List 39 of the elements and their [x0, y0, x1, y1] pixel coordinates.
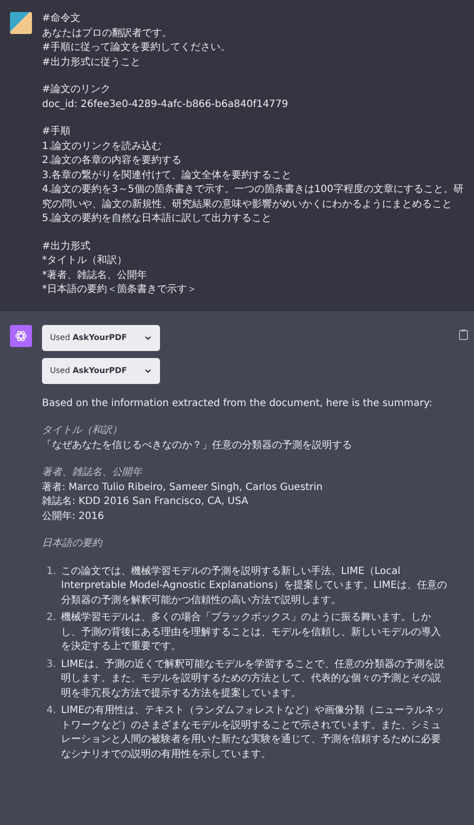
list-item-text: 機械学習モデルは、多くの場合「ブラックボックス」のように振る舞います。しかし、予測の背後にある理由を理解することは、モデルを信頼し、新しいモデルの導入を決定する上で重要です。 — [61, 611, 442, 654]
assistant-avatar — [10, 324, 32, 346]
section-heading: タイトル（和訳） — [42, 424, 123, 438]
message-text: #命令文 — [42, 12, 82, 26]
section-heading: 著者、雑誌名、公開年 — [42, 466, 144, 480]
message-text: #論文のリンク — [42, 83, 112, 97]
section-heading: 日本語の要約 — [42, 537, 104, 551]
clipboard-icon[interactable] — [459, 328, 468, 340]
message-text: 雑誌名: KDD 2016 San Francisco, CA, USA — [42, 495, 250, 509]
message-text: #手順 — [42, 125, 72, 139]
chevron-down-icon — [144, 334, 152, 342]
list-item-text: LIMEの有用性は、テキスト（ランダムフォレストなど）や画像分類（ニューラルネットワークなど）のさまざまなモデルを説明することで示されています。また、シミュレーションと人間の被験者を用いた新たな実験を通じて、予測を信頼するために必要なシナリオでの説明の有用性を示しています。 — [61, 704, 446, 762]
message-text: 1.論文のリンクを読み込む — [42, 140, 163, 154]
message-text: *日本語の要約＜箇条書きで示す＞ — [42, 283, 198, 297]
message-text: doc_id: 26fee3e0-4289-4afc-b866-b6a840f14779 — [42, 98, 290, 112]
chevron-down-icon — [144, 366, 152, 374]
message-text: *タイトル（和訳） — [42, 254, 128, 268]
list-number: 3. — [45, 658, 56, 672]
list-number: 2. — [45, 611, 56, 625]
message-text: 3.各章の繋がりを関連付けて、論文全体を要約すること — [42, 168, 293, 182]
message-text: #手順に従って論文を要約してください。 — [42, 41, 232, 55]
list-number: 4. — [45, 704, 56, 718]
message-text: 「なぜあなたを信じるべきなのか？」任意の分類器の予測を説明する — [42, 438, 353, 452]
message-text: 著者: Marco Tulio Ribeiro, Sameer Singh, Carlos Guestrin — [42, 480, 324, 494]
message-text: 公開年: 2016 — [42, 510, 105, 524]
plugin-dropdown[interactable]: Used AskYourPDF — [42, 358, 160, 384]
list-item-text: この論文では、機械学習モデルの予測を説明する新しい手法、LIME（Local Interpretable Model-Agnostic Explanations）を提案しています。LIMEは、任意の分類器の予測を解釈可能かつ信頼性の高い方法で説明します。 — [61, 564, 448, 608]
user-avatar — [10, 12, 32, 34]
message-text: 2.論文の各章の内容を要約する — [42, 154, 183, 168]
list-item-text: LIMEは、予測の近くで解釈可能なモデルを学習することで、任意の分類器の予測を説明します。また、モデルを説明するための方法として、代表的な個々の予測とその説明を非冗長な方法で提示する方法を提案しています。 — [61, 658, 446, 700]
message-text: #出力形式 — [42, 240, 92, 254]
list-number: 1. — [45, 564, 56, 578]
plugin-dropdown[interactable]: Used AskYourPDF — [42, 324, 160, 350]
message-text: *著者、雑誌名、公開年 — [42, 268, 148, 282]
message-text: 4.論文の要約を3～5個の箇条書きで示す。一つの箇条書きは100字程度の文章にすること。研究の問いや、論文の新規性、研究結果の意味や影響がめいかくにわかるようにまとめること — [42, 183, 464, 212]
message-text: Based on the information extracted from the document, here is the summary: — [42, 396, 434, 410]
message-text: 5.論文の要約を自然な日本語に訳して出力すること — [42, 212, 273, 226]
message-text: あなたはプロの翻訳者です。 — [42, 26, 173, 40]
message-text: #出力形式に従うこと — [42, 56, 142, 70]
